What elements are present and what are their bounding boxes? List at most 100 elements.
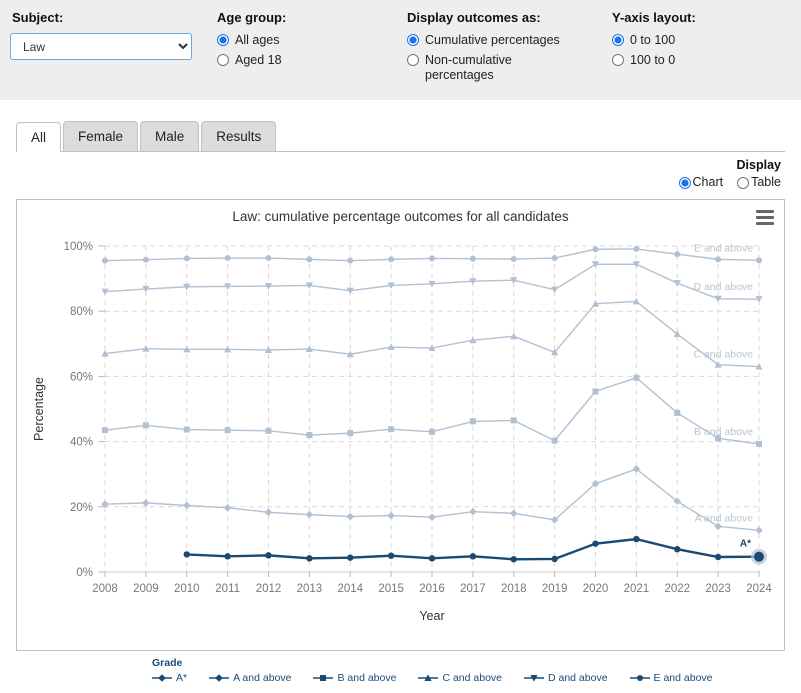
data-point[interactable] (266, 255, 272, 261)
data-point[interactable] (347, 430, 353, 436)
data-point[interactable] (388, 553, 394, 559)
data-point[interactable] (184, 255, 190, 261)
data-point[interactable] (715, 256, 721, 262)
data-point[interactable] (511, 556, 517, 562)
data-point[interactable] (429, 555, 435, 561)
data-point[interactable] (755, 526, 763, 534)
data-point[interactable] (347, 258, 353, 264)
data-point[interactable] (470, 553, 476, 559)
tab-all[interactable]: All (16, 122, 61, 152)
data-point[interactable] (552, 255, 558, 261)
display-outcomes-radio-non-cumulative[interactable] (407, 54, 419, 66)
data-point[interactable] (470, 256, 476, 262)
data-point[interactable] (184, 427, 190, 433)
data-point[interactable] (184, 551, 190, 557)
yaxis-layout-radio-0-to-100-label[interactable]: 0 to 100 (630, 33, 675, 48)
data-point[interactable] (551, 556, 557, 562)
age-group-radio-aged-18[interactable] (217, 54, 229, 66)
tab-results[interactable]: Results (201, 121, 276, 151)
data-point[interactable] (511, 256, 517, 262)
data-point[interactable] (429, 255, 435, 261)
data-point[interactable] (510, 510, 518, 518)
data-point[interactable] (224, 504, 232, 512)
data-point[interactable] (715, 554, 721, 560)
data-point[interactable] (551, 287, 558, 294)
hamburger-menu-icon[interactable] (756, 210, 774, 226)
data-point[interactable] (633, 246, 639, 252)
data-point[interactable] (306, 256, 312, 262)
data-point[interactable] (306, 555, 312, 561)
legend-item-a[interactable]: A* (152, 672, 187, 684)
display-mode-radio-chart[interactable] (679, 177, 691, 189)
data-point[interactable] (592, 540, 598, 546)
legend-item-d-and-above[interactable]: D and above (524, 672, 608, 684)
data-point[interactable] (511, 417, 517, 423)
data-point[interactable] (143, 257, 149, 263)
data-point[interactable] (265, 509, 273, 517)
data-point[interactable] (593, 388, 599, 394)
display-mode-option-table[interactable]: Table (727, 175, 781, 189)
display-mode-radio-table[interactable] (737, 177, 749, 189)
legend-item-b-and-above[interactable]: B and above (313, 672, 396, 684)
data-point[interactable] (306, 432, 312, 438)
data-point[interactable] (470, 418, 476, 424)
data-point[interactable] (552, 438, 558, 444)
data-point[interactable] (346, 513, 354, 521)
data-point[interactable] (633, 375, 639, 381)
data-point[interactable] (224, 553, 230, 559)
data-point[interactable] (674, 251, 680, 257)
data-point[interactable] (265, 552, 271, 558)
display-mode-radio-chart-label[interactable]: Chart (693, 175, 724, 189)
age-group-radio-all-ages[interactable] (217, 34, 229, 46)
display-outcomes-radio-cumulative[interactable] (407, 34, 419, 46)
data-point[interactable] (347, 554, 353, 560)
display-outcomes-option-cumulative[interactable]: Cumulative percentages (405, 33, 590, 48)
data-point[interactable] (143, 422, 149, 428)
data-point[interactable] (225, 427, 231, 433)
data-point[interactable] (756, 257, 762, 263)
data-point[interactable] (142, 499, 150, 507)
tab-male[interactable]: Male (140, 121, 199, 151)
data-point[interactable] (593, 246, 599, 252)
data-point[interactable] (633, 536, 639, 542)
x-tick-label: 2012 (256, 583, 282, 595)
subject-select[interactable]: Law (10, 33, 192, 60)
data-point[interactable] (756, 441, 762, 447)
data-point[interactable] (429, 429, 435, 435)
age-group-radio-aged-18-label[interactable]: Aged 18 (235, 53, 282, 68)
display-outcomes-radio-cumulative-label[interactable]: Cumulative percentages (425, 33, 560, 48)
data-point[interactable] (102, 427, 108, 433)
display-mode-option-chart[interactable]: Chart (669, 175, 724, 189)
line-chart-plot[interactable]: 0%20%40%60%80%100%2008200920102011201220… (17, 224, 783, 642)
data-point[interactable] (306, 511, 314, 519)
yaxis-layout-radio-0-to-100[interactable] (612, 34, 624, 46)
data-point[interactable] (674, 546, 680, 552)
display-mode-radio-table-label[interactable]: Table (751, 175, 781, 189)
age-group-option-aged-18[interactable]: Aged 18 (215, 53, 385, 68)
yaxis-layout-radio-100-to-0[interactable] (612, 54, 624, 66)
data-point[interactable] (183, 502, 191, 510)
series-a[interactable] (184, 536, 767, 565)
legend-item-a-and-above[interactable]: A and above (209, 672, 291, 684)
legend-item-e-and-above[interactable]: E and above (630, 672, 713, 684)
tab-female[interactable]: Female (63, 121, 138, 151)
data-point[interactable] (428, 513, 436, 521)
data-point[interactable] (225, 255, 231, 261)
data-point[interactable] (754, 552, 764, 562)
yaxis-layout-option-100-to-0[interactable]: 100 to 0 (610, 53, 780, 68)
data-point[interactable] (266, 428, 272, 434)
data-point[interactable] (388, 426, 394, 432)
legend-item-c-and-above[interactable]: C and above (418, 672, 502, 684)
data-point[interactable] (674, 410, 680, 416)
age-group-radio-all-ages-label[interactable]: All ages (235, 33, 279, 48)
age-group-option-all-ages[interactable]: All ages (215, 33, 385, 48)
data-point[interactable] (469, 508, 477, 516)
data-point[interactable] (102, 258, 108, 264)
data-point[interactable] (388, 256, 394, 262)
display-outcomes-option-non-cumulative[interactable]: Non-cumulative percentages (405, 53, 590, 83)
data-point[interactable] (387, 512, 395, 520)
display-outcomes-radio-non-cumulative-label[interactable]: Non-cumulative percentages (425, 53, 565, 83)
y-tick-label: 20% (70, 502, 93, 514)
yaxis-layout-option-0-to-100[interactable]: 0 to 100 (610, 33, 780, 48)
yaxis-layout-radio-100-to-0-label[interactable]: 100 to 0 (630, 53, 675, 68)
